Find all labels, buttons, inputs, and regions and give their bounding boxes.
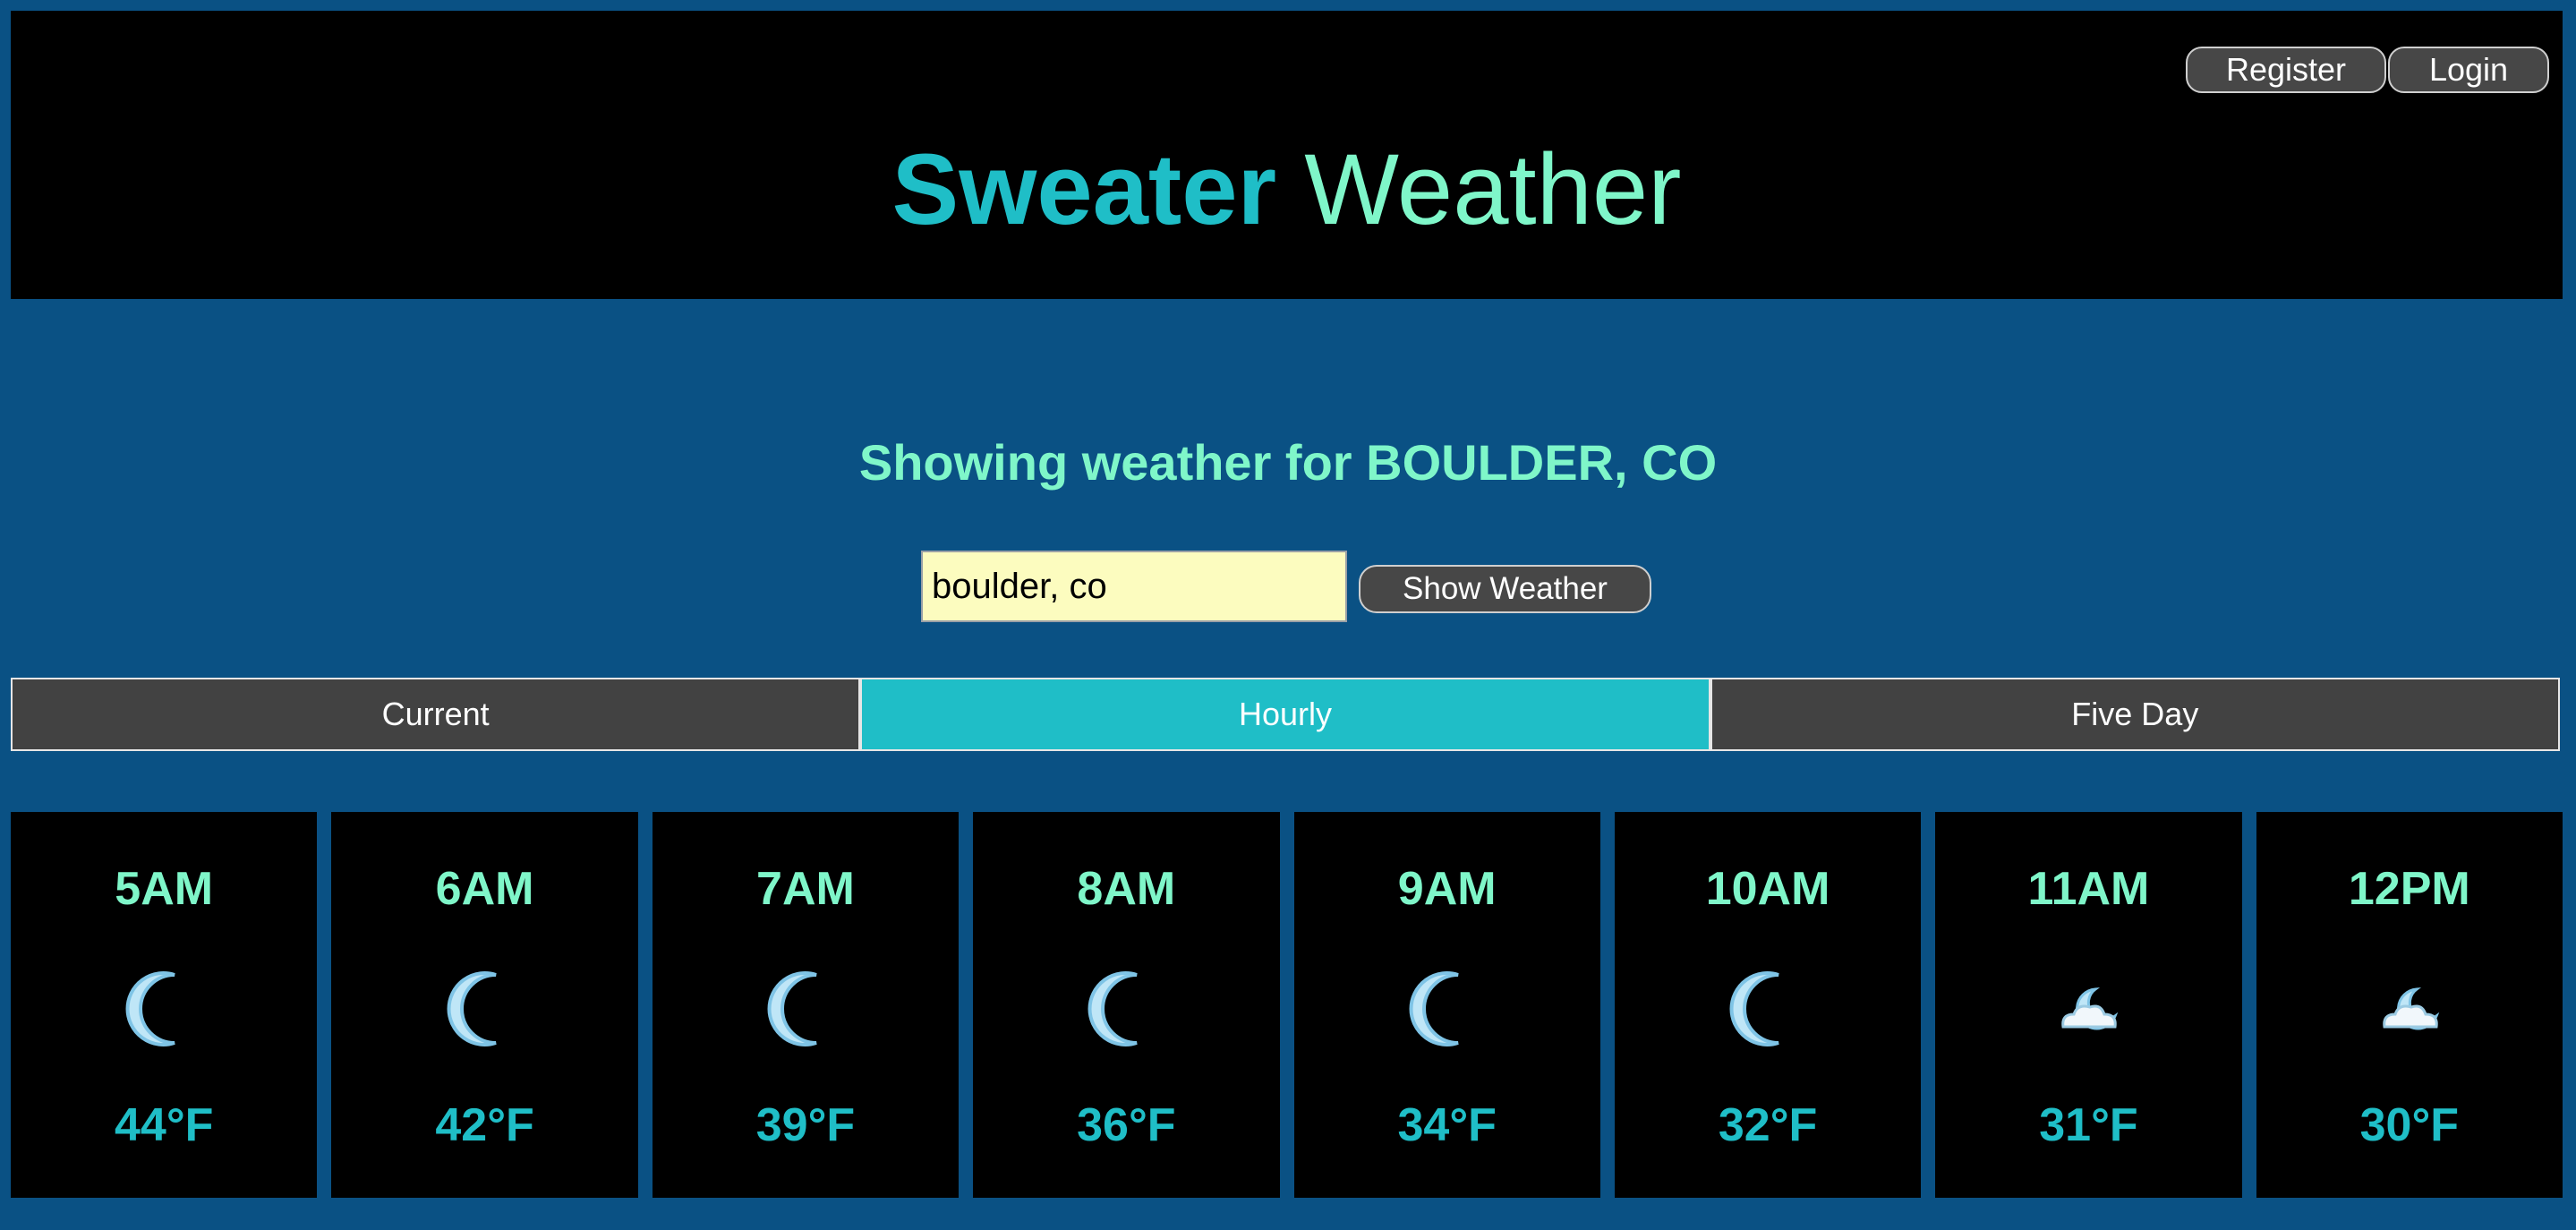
moon-icon xyxy=(1403,964,1492,1054)
moon-icon xyxy=(1723,964,1813,1054)
location-heading: Showing weather for BOULDER, CO xyxy=(858,434,1718,491)
hourly-card: 12PM 30°F xyxy=(2256,812,2563,1198)
hourly-card: 5AM 44°F xyxy=(11,812,318,1198)
hourly-card: 11AM 31°F xyxy=(1935,812,2242,1198)
hour-temperature: 31°F xyxy=(2039,1099,2138,1151)
brand-logo: Sweater Weather xyxy=(11,132,2563,248)
hour-temperature: 34°F xyxy=(1397,1099,1497,1151)
tab-hourly[interactable]: Hourly xyxy=(860,678,1710,751)
moon-icon xyxy=(761,964,850,1054)
hour-label: 10AM xyxy=(1705,863,1830,915)
partly-cloudy-night-icon xyxy=(2365,964,2454,1054)
hour-temperature: 36°F xyxy=(1077,1099,1176,1151)
hour-label: 7AM xyxy=(756,863,855,915)
tab-five-day[interactable]: Five Day xyxy=(1710,678,2560,751)
hour-label: 9AM xyxy=(1397,863,1497,915)
partly-cloudy-night-icon xyxy=(2043,964,2133,1054)
hourly-card: 9AM 34°F xyxy=(1293,812,1600,1198)
hourly-card: 10AM 32°F xyxy=(1614,812,1922,1198)
hour-label: 5AM xyxy=(115,863,214,915)
brand-light: Weather xyxy=(1304,133,1682,245)
hour-label: 11AM xyxy=(2027,863,2150,915)
header-bar: Sweater Weather xyxy=(11,11,2563,299)
tab-current[interactable]: Current xyxy=(11,678,861,751)
hour-label: 12PM xyxy=(2348,863,2470,915)
moon-icon xyxy=(119,964,209,1054)
register-button[interactable]: Register xyxy=(2186,47,2386,93)
hourly-card: 7AM 39°F xyxy=(652,812,960,1198)
login-button[interactable]: Login xyxy=(2388,47,2549,93)
hour-temperature: 42°F xyxy=(435,1099,534,1151)
hourly-forecast-list: 5AM 44°F 6AM 42°F 7AM 39°F 8AM 36°F 9AM 34°F 10AM 3… xyxy=(11,812,2563,1198)
hour-temperature: 39°F xyxy=(755,1099,856,1151)
hour-temperature: 44°F xyxy=(114,1099,214,1151)
hourly-card: 6AM 42°F xyxy=(331,812,638,1198)
hourly-card: 8AM 36°F xyxy=(973,812,1280,1198)
location-search-input[interactable] xyxy=(921,551,1347,622)
moon-icon xyxy=(1081,964,1171,1054)
moon-icon xyxy=(440,964,530,1054)
hour-label: 6AM xyxy=(435,863,534,915)
hour-temperature: 30°F xyxy=(2359,1099,2460,1151)
hour-temperature: 32°F xyxy=(1718,1099,1818,1151)
brand-strong: Sweater xyxy=(891,133,1277,245)
show-weather-button[interactable]: Show Weather xyxy=(1359,565,1651,613)
hour-label: 8AM xyxy=(1077,863,1176,915)
forecast-tabs: Current Hourly Five Day xyxy=(11,678,2560,751)
